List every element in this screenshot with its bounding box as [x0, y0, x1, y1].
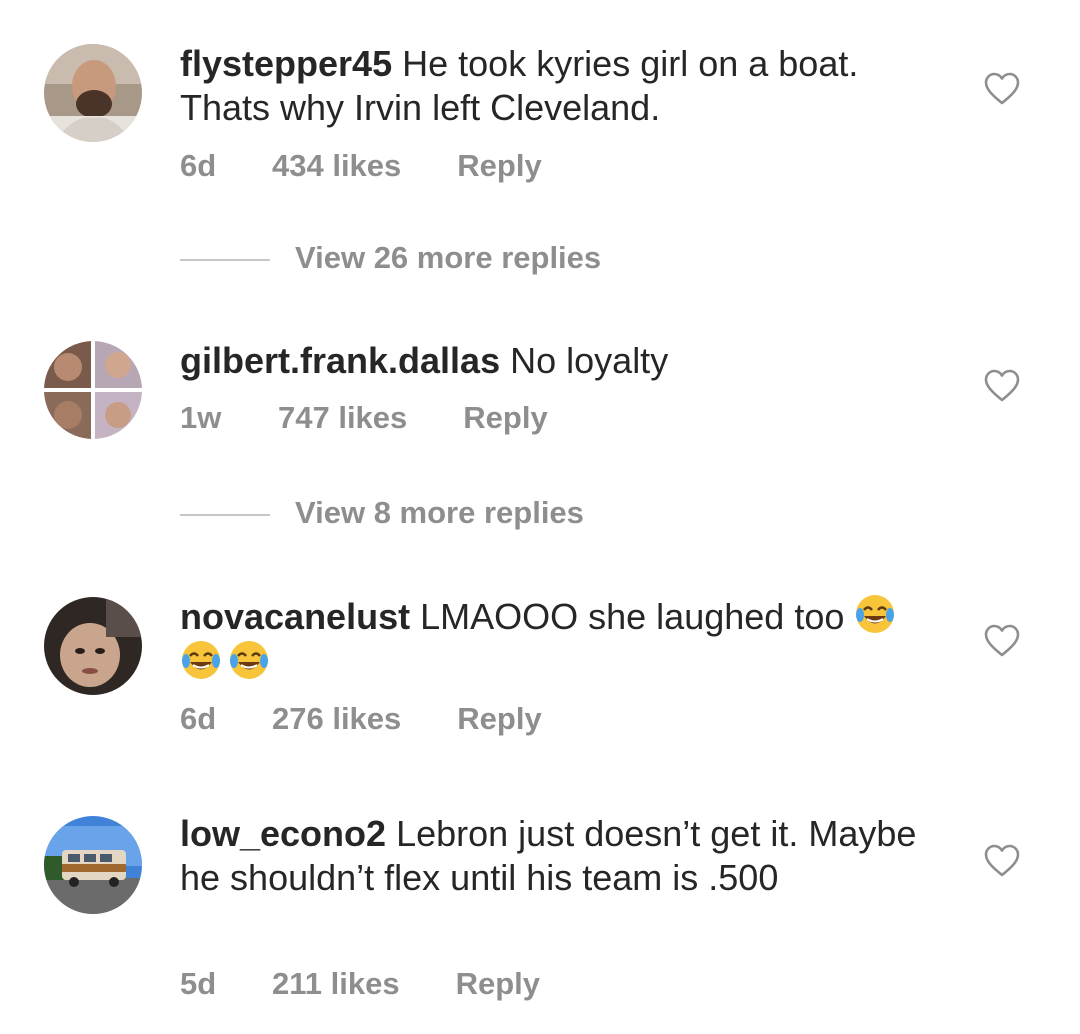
comment-age: 6d [180, 701, 217, 736]
avatar-photo [44, 816, 142, 914]
avatar-photo [44, 597, 142, 695]
comment-body: novacanelust LMAOOO she laughed too [180, 593, 940, 685]
avatar[interactable] [44, 597, 142, 695]
heart-icon[interactable] [984, 844, 1020, 878]
comment-body: flystepper45 He took kyries girl on a bo… [180, 42, 940, 130]
comment-body: low_econo2 Lebron just doesn’t get it. M… [180, 812, 940, 900]
heart-icon[interactable] [984, 369, 1020, 403]
comment-age: 5d [180, 966, 217, 1001]
face-with-tears-of-joy-icon [228, 639, 270, 681]
comment-likes[interactable]: 747 likes [278, 400, 407, 436]
comment-likes[interactable]: 434 likes [272, 148, 401, 184]
replies-divider [180, 514, 270, 516]
comment-meta: 6d 276 likes Reply [180, 701, 542, 737]
view-replies-link[interactable]: View 26 more replies [295, 240, 601, 276]
reply-button[interactable]: Reply [457, 701, 541, 737]
avatar[interactable] [44, 816, 142, 914]
avatar-photo [44, 341, 142, 439]
comment-age: 1w [180, 400, 222, 435]
comment-username[interactable]: low_econo2 [180, 813, 386, 854]
comment-text: LMAOOO she laughed too [420, 596, 845, 637]
comment-username[interactable]: flystepper45 [180, 43, 392, 84]
comment-meta: 6d 434 likes Reply [180, 148, 542, 184]
heart-icon[interactable] [984, 72, 1020, 106]
comment-likes[interactable]: 276 likes [272, 701, 401, 737]
avatar[interactable] [44, 44, 142, 142]
heart-icon[interactable] [984, 624, 1020, 658]
view-replies-link[interactable]: View 8 more replies [295, 495, 584, 531]
comment-text: No loyalty [510, 340, 669, 381]
comment-meta: 5d 211 likes Reply [180, 966, 540, 1002]
reply-button[interactable]: Reply [456, 966, 540, 1002]
reply-button[interactable]: Reply [463, 400, 547, 436]
replies-divider [180, 259, 270, 261]
comment-meta: 1w 747 likes Reply [180, 400, 548, 436]
avatar-photo [44, 44, 142, 142]
comment-likes[interactable]: 211 likes [272, 966, 400, 1002]
comment-age: 6d [180, 148, 217, 183]
comment-username[interactable]: novacanelust [180, 596, 410, 637]
comment-body: gilbert.frank.dallas No loyalty [180, 339, 940, 383]
face-with-tears-of-joy-icon [854, 593, 896, 635]
comment-username[interactable]: gilbert.frank.dallas [180, 340, 500, 381]
face-with-tears-of-joy-icon [180, 639, 222, 681]
avatar[interactable] [44, 341, 142, 439]
reply-button[interactable]: Reply [457, 148, 541, 184]
